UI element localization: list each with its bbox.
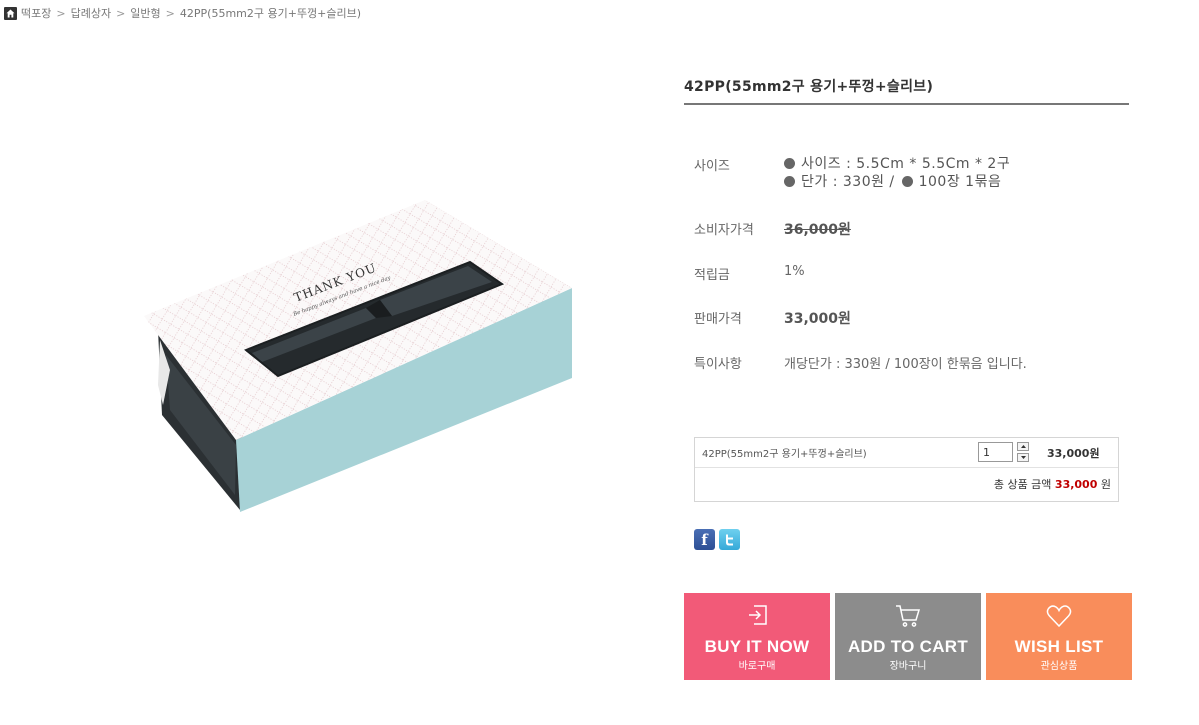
product-title: 42PP(55mm2구 용기+뚜껑+슬리브) (684, 70, 1129, 105)
twitter-icon[interactable] (719, 529, 740, 550)
total-amount: 33,000 (1054, 478, 1098, 491)
unit-price-text: 단가 : 330원 / (801, 174, 895, 190)
quantity-up-button[interactable] (1017, 442, 1029, 451)
facebook-icon[interactable]: f (694, 529, 715, 550)
size-dimensions: 사이즈 : 5.5Cm * 5.5Cm * 2구 (801, 156, 1011, 172)
breadcrumb-current: 42PP(55mm2구 용기+뚜껑+슬리브) (179, 7, 362, 20)
product-image: THANK YOU Be happy always and have a nic… (144, 200, 572, 512)
bundle-text: 100장 1묶음 (918, 174, 1002, 190)
buy-now-button[interactable]: BUY IT NOW 바로구매 (684, 593, 830, 680)
wish-list-sublabel: 관심상품 (1040, 661, 1078, 672)
bullet-icon (784, 176, 795, 187)
chevron-right-icon: > (165, 6, 175, 20)
quantity-input[interactable] (978, 442, 1013, 462)
add-to-cart-sublabel: 장바구니 (889, 661, 927, 672)
quantity-stepper (1017, 442, 1029, 462)
total-label: 총 상품 금액 (993, 478, 1052, 491)
spec-value-size: 사이즈 : 5.5Cm * 5.5Cm * 2구 단가 : 330원 / 100… (784, 155, 1010, 191)
breadcrumb-item-rice-cake-packaging[interactable]: 떡포장 (21, 5, 51, 21)
chevron-right-icon: > (116, 6, 126, 20)
total-row: 총 상품 금액 33,000 원 (994, 476, 1111, 492)
option-name: 42PP(55mm2구 용기+뚜껑+슬리브) (702, 449, 867, 460)
triangle-up-icon (1020, 445, 1026, 448)
home-icon[interactable] (4, 6, 17, 20)
facebook-glyph: f (701, 530, 708, 549)
chevron-right-icon: > (56, 6, 66, 20)
spec-label-note: 특이사항 (694, 357, 742, 372)
spec-label-consumer-price: 소비자가격 (694, 223, 754, 238)
bullet-icon (784, 158, 795, 169)
option-price: 33,000원 (1047, 447, 1100, 460)
breadcrumb: 떡포장 > 답례상자 > 일반형 > 42PP(55mm2구 용기+뚜껑+슬리브… (4, 5, 361, 21)
option-row: 42PP(55mm2구 용기+뚜껑+슬리브) 33,000원 (695, 438, 1118, 468)
cart-icon (835, 604, 981, 628)
special-note: 개당단가 : 330원 / 100장이 한묶음 입니다. (784, 357, 1027, 372)
buy-now-sublabel: 바로구매 (738, 661, 776, 672)
login-arrow-icon (684, 604, 830, 628)
breadcrumb-item-general[interactable]: 일반형 (130, 5, 160, 21)
product-detail: 42PP(55mm2구 용기+뚜껑+슬리브) 사이즈 사이즈 : 5.5Cm *… (684, 70, 1129, 372)
breadcrumb-item-gift-box[interactable]: 답례상자 (71, 5, 111, 21)
add-to-cart-label: ADD TO CART (847, 637, 969, 656)
sale-price: 33,000원 (784, 311, 851, 327)
points-rate: 1% (784, 264, 805, 279)
social-share: f (694, 529, 740, 550)
spec-row-size: 사이즈 사이즈 : 5.5Cm * 5.5Cm * 2구 단가 : 330원 /… (694, 155, 1124, 195)
triangle-down-icon (1020, 456, 1026, 459)
wish-list-button[interactable]: WISH LIST 관심상품 (986, 593, 1132, 680)
spec-label-sale-price: 판매가격 (694, 312, 742, 327)
consumer-price: 36,000원 (784, 222, 851, 238)
action-buttons: BUY IT NOW 바로구매 ADD TO CART 장바구니 WISH LI… (684, 593, 1132, 680)
spec-label-points: 적립금 (694, 268, 730, 283)
heart-icon (986, 604, 1132, 628)
bullet-icon (901, 176, 913, 187)
spec-label-size: 사이즈 (694, 159, 730, 174)
option-box: 42PP(55mm2구 용기+뚜껑+슬리브) 33,000원 총 상품 금액 3… (694, 437, 1119, 502)
buy-now-label: BUY IT NOW (704, 637, 810, 656)
quantity-down-button[interactable] (1017, 453, 1029, 462)
add-to-cart-button[interactable]: ADD TO CART 장바구니 (835, 593, 981, 680)
total-unit: 원 (1100, 478, 1111, 491)
wish-list-label: WISH LIST (1014, 637, 1104, 656)
